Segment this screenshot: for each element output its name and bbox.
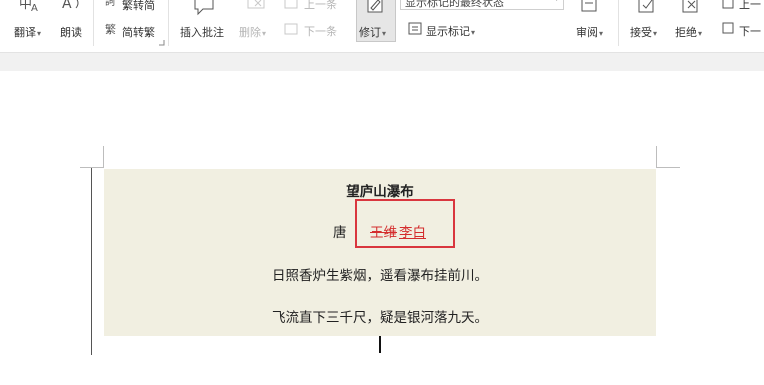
poem-title: 望庐山瀑布: [346, 184, 414, 200]
text-margin-line: [91, 168, 92, 355]
show-markup-icon: [408, 22, 424, 36]
review-pane-button[interactable]: 审阅▾: [576, 24, 603, 40]
translate-button[interactable]: 翻译▾: [14, 24, 41, 40]
translate-icon: 中A: [18, 0, 44, 14]
previous-change-button[interactable]: 上一: [739, 0, 761, 12]
previous-comment-button[interactable]: 上一条: [304, 0, 337, 12]
delete-comment-icon: [246, 0, 268, 16]
svg-text:A: A: [62, 0, 72, 12]
convert-icon: 繁: [105, 22, 119, 36]
next-comment-button[interactable]: 下一条: [304, 23, 337, 39]
show-markup-button[interactable]: 显示标记▾: [426, 23, 475, 39]
svg-text:繁: 繁: [105, 22, 116, 36]
read-aloud-button[interactable]: 朗读: [60, 24, 82, 40]
markup-display-select[interactable]: 显示标记的最终状态▾: [400, 0, 564, 10]
insert-comment-button[interactable]: 插入批注: [180, 24, 224, 40]
traditional-to-simplified-button[interactable]: 繁转简: [122, 0, 155, 13]
divider: [618, 0, 619, 46]
track-changes-label: 修订▾: [359, 26, 387, 39]
next-comment-icon: [283, 22, 299, 36]
dynasty-label: 唐: [333, 225, 347, 241]
reject-icon: [682, 0, 702, 16]
next-change-icon: [722, 22, 736, 36]
read-aloud-icon: A: [60, 0, 84, 14]
revision-highlight-box: [355, 199, 455, 248]
group-launcher-icon[interactable]: [159, 40, 165, 46]
reject-button[interactable]: 拒绝▾: [675, 24, 702, 40]
previous-change-icon: [722, 0, 736, 11]
text-cursor: [379, 336, 381, 353]
comment-icon: [193, 0, 217, 18]
review-ribbon: 中A 翻译▾ A 朗读 詞 繁转简 繁 简转繁 插入批注 删除▾ 上一条 下一条…: [0, 0, 764, 53]
document-text-area[interactable]: 望庐山瀑布 唐 王维 李白 日照香炉生紫烟，遥看瀑布挂前川。 飞流直下三千尺，疑…: [104, 169, 656, 336]
delete-comment-button[interactable]: 删除▾: [239, 24, 266, 40]
review-pane-icon: [581, 0, 599, 15]
crop-mark: [656, 146, 657, 168]
previous-comment-icon: [283, 0, 299, 10]
svg-text:A: A: [31, 3, 38, 14]
ribbon-bottom-strip: [0, 53, 764, 71]
crop-mark: [103, 146, 104, 168]
track-changes-icon: [367, 0, 385, 16]
divider: [93, 0, 94, 46]
simplified-to-traditional-button[interactable]: 简转繁: [122, 24, 155, 40]
accept-button[interactable]: 接受▾: [630, 24, 657, 40]
crop-mark: [657, 167, 680, 168]
next-change-button[interactable]: 下一: [739, 23, 761, 39]
accept-icon: [638, 0, 658, 16]
poem-verse-2: 飞流直下三千尺，疑是银河落九天。: [272, 310, 488, 326]
poem-verse-1: 日照香炉生紫烟，遥看瀑布挂前川。: [272, 268, 488, 284]
convert-icon: 詞: [105, 0, 119, 7]
divider: [168, 0, 169, 46]
svg-text:詞: 詞: [105, 0, 115, 7]
